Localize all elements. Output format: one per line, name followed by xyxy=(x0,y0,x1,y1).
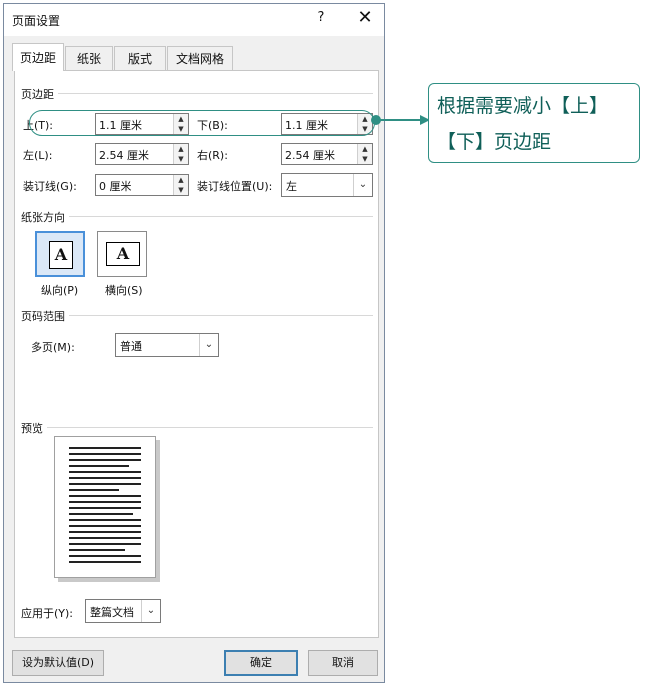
arrow-down-icon[interactable]: ▼ xyxy=(174,185,188,195)
left-margin-value: 2.54 厘米 xyxy=(99,149,149,162)
multiple-pages-value: 普通 xyxy=(120,340,142,353)
section-orientation: 纸张方向 xyxy=(21,209,69,225)
ok-button[interactable]: 确定 xyxy=(224,650,298,676)
landscape-option[interactable]: A xyxy=(97,231,147,277)
section-pages: 页码范围 xyxy=(21,308,69,324)
gutter-position-label: 装订线位置(U): xyxy=(197,180,273,193)
gutter-spinner[interactable]: 0 厘米 ▲ ▼ xyxy=(95,174,189,196)
left-margin-spinner[interactable]: 2.54 厘米 ▲ ▼ xyxy=(95,143,189,165)
section-preview: 预览 xyxy=(21,420,47,436)
landscape-page-icon: A xyxy=(106,242,140,266)
arrow-down-icon[interactable]: ▼ xyxy=(358,154,372,164)
portrait-option[interactable]: A xyxy=(35,231,85,277)
arrow-up-icon[interactable]: ▲ xyxy=(174,175,188,185)
gutter-position-value: 左 xyxy=(286,180,297,193)
gutter-label: 装订线(G): xyxy=(23,180,77,193)
tab-document-grid[interactable]: 文档网格 xyxy=(167,46,233,70)
help-button[interactable]: ? xyxy=(312,10,330,25)
multiple-pages-select[interactable]: 普通 ⌄ xyxy=(115,333,219,357)
gutter-position-select[interactable]: 左 ⌄ xyxy=(281,173,373,197)
apply-to-value: 整篇文档 xyxy=(90,606,134,619)
tab-paper[interactable]: 纸张 xyxy=(65,46,113,70)
multiple-pages-label: 多页(M): xyxy=(31,341,75,354)
cancel-button[interactable]: 取消 xyxy=(308,650,378,676)
set-default-button[interactable]: 设为默认值(D) xyxy=(12,650,104,676)
gutter-value: 0 厘米 xyxy=(99,180,132,193)
divider xyxy=(21,427,373,428)
annotation-callout: 根据需要减小【上】 【下】页边距 xyxy=(428,83,640,163)
right-margin-value: 2.54 厘米 xyxy=(285,149,335,162)
highlight-oval xyxy=(29,110,375,136)
divider xyxy=(21,315,373,316)
tab-layout[interactable]: 版式 xyxy=(114,46,166,70)
arrow-down-icon[interactable]: ▼ xyxy=(174,154,188,164)
preview-page xyxy=(54,436,156,578)
portrait-label[interactable]: 纵向(P) xyxy=(41,282,78,298)
chevron-down-icon[interactable]: ⌄ xyxy=(141,600,160,622)
right-margin-label: 右(R): xyxy=(197,149,228,162)
landscape-label[interactable]: 横向(S) xyxy=(105,282,143,298)
callout-line-1: 根据需要减小【上】 xyxy=(437,95,609,117)
chevron-down-icon[interactable]: ⌄ xyxy=(199,334,218,356)
portrait-page-icon: A xyxy=(49,241,73,269)
section-margins: 页边距 xyxy=(21,86,58,102)
spin-arrows[interactable]: ▲ ▼ xyxy=(357,144,372,164)
apply-to-select[interactable]: 整篇文档 ⌄ xyxy=(85,599,161,623)
callout-connector xyxy=(371,115,430,125)
arrow-up-icon[interactable]: ▲ xyxy=(358,144,372,154)
chevron-down-icon[interactable]: ⌄ xyxy=(353,174,372,196)
tab-margins[interactable]: 页边距 xyxy=(12,43,64,71)
callout-line-2: 【下】页边距 xyxy=(437,131,552,153)
page-setup-dialog: 页面设置 ? ✕ 页边距 纸张 版式 文档网格 页边距 上(T): 1.1 厘米… xyxy=(3,3,385,683)
divider xyxy=(21,216,373,217)
apply-to-label: 应用于(Y): xyxy=(21,607,74,620)
divider xyxy=(21,93,373,94)
arrow-up-icon[interactable]: ▲ xyxy=(174,144,188,154)
spin-arrows[interactable]: ▲ ▼ xyxy=(173,175,188,195)
title-bar: 页面设置 ? ✕ xyxy=(4,4,384,36)
right-margin-spinner[interactable]: 2.54 厘米 ▲ ▼ xyxy=(281,143,373,165)
dialog-title: 页面设置 xyxy=(12,14,61,28)
left-margin-label: 左(L): xyxy=(23,149,53,162)
spin-arrows[interactable]: ▲ ▼ xyxy=(173,144,188,164)
close-button[interactable]: ✕ xyxy=(354,7,376,28)
